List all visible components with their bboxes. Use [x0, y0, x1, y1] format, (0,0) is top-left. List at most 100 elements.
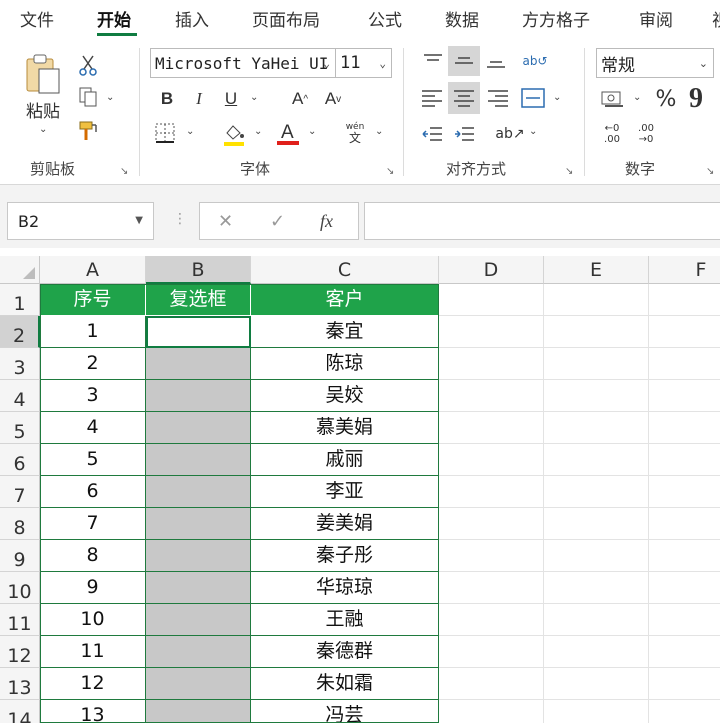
copy-icon[interactable] — [76, 84, 100, 110]
customer-cell[interactable]: 慕美娟 — [251, 412, 439, 444]
index-cell[interactable]: 9 — [40, 572, 146, 604]
checkbox-cell[interactable] — [146, 380, 251, 412]
checkbox-cell[interactable] — [146, 348, 251, 380]
row-header[interactable]: 12 — [0, 636, 40, 668]
empty-cell[interactable] — [649, 444, 720, 476]
tab-home[interactable]: 开始 — [97, 6, 131, 31]
align-center-icon[interactable] — [448, 82, 480, 114]
font-color-dropdown-icon[interactable]: ⌄ — [308, 126, 316, 137]
checkbox-cell[interactable] — [146, 444, 251, 476]
customer-cell[interactable]: 华琼琼 — [251, 572, 439, 604]
empty-cell[interactable] — [649, 284, 720, 316]
empty-cell[interactable] — [544, 412, 649, 444]
italic-icon[interactable]: I — [187, 86, 211, 112]
text-angle-icon[interactable]: ab↗ — [495, 120, 524, 148]
formula-input[interactable] — [364, 202, 720, 240]
customer-cell[interactable]: 陈琼 — [251, 348, 439, 380]
empty-cell[interactable] — [649, 540, 720, 572]
table-header-cell[interactable]: 复选框 — [146, 284, 251, 316]
empty-cell[interactable] — [544, 380, 649, 412]
chevron-down-icon[interactable]: ⌄ — [379, 57, 386, 70]
row-header[interactable]: 5 — [0, 412, 40, 444]
checkbox-cell[interactable] — [146, 604, 251, 636]
index-cell[interactable]: 13 — [40, 700, 146, 723]
table-header-cell[interactable]: 序号 — [40, 284, 146, 316]
checkbox-cell[interactable] — [146, 476, 251, 508]
empty-cell[interactable] — [544, 508, 649, 540]
empty-cell[interactable] — [649, 380, 720, 412]
checkbox-cell[interactable] — [146, 540, 251, 572]
empty-cell[interactable] — [439, 540, 544, 572]
increase-decimal-icon[interactable]: ←0.00 — [598, 120, 626, 148]
active-cell[interactable] — [146, 316, 251, 348]
column-header-c[interactable]: C — [251, 256, 439, 284]
clipboard-launcher-icon[interactable]: ↘ — [120, 166, 128, 177]
tab-data[interactable]: 数据 — [445, 6, 479, 31]
cut-icon[interactable] — [76, 52, 100, 78]
format-painter-icon[interactable] — [76, 118, 100, 144]
copy-dropdown-icon[interactable]: ⌄ — [106, 92, 114, 103]
row-header[interactable]: 14 — [0, 700, 40, 723]
index-cell[interactable]: 2 — [40, 348, 146, 380]
tab-fangfang[interactable]: 方方格子 — [522, 6, 590, 31]
tab-review[interactable]: 审阅 — [639, 6, 673, 31]
index-cell[interactable]: 8 — [40, 540, 146, 572]
increase-font-icon[interactable]: A ^ — [285, 86, 315, 112]
empty-cell[interactable] — [649, 316, 720, 348]
decrease-decimal-icon[interactable]: .00 →0 — [632, 120, 660, 148]
align-top-icon[interactable] — [420, 48, 446, 74]
empty-cell[interactable] — [439, 476, 544, 508]
empty-cell[interactable] — [439, 348, 544, 380]
insert-function-icon[interactable]: fx — [320, 211, 333, 232]
empty-cell[interactable] — [439, 636, 544, 668]
empty-cell[interactable] — [439, 380, 544, 412]
column-header-f[interactable]: F — [649, 256, 720, 284]
empty-cell[interactable] — [544, 540, 649, 572]
index-cell[interactable]: 12 — [40, 668, 146, 700]
empty-cell[interactable] — [544, 284, 649, 316]
column-header-d[interactable]: D — [439, 256, 544, 284]
row-header[interactable]: 2 — [0, 316, 40, 348]
index-cell[interactable]: 3 — [40, 380, 146, 412]
index-cell[interactable]: 11 — [40, 636, 146, 668]
alignment-launcher-icon[interactable]: ↘ — [565, 166, 573, 177]
row-header[interactable]: 11 — [0, 604, 40, 636]
increase-indent-icon[interactable] — [450, 120, 478, 148]
tab-file[interactable]: 文件 — [20, 6, 54, 31]
empty-cell[interactable] — [439, 604, 544, 636]
empty-cell[interactable] — [649, 476, 720, 508]
empty-cell[interactable] — [649, 348, 720, 380]
align-middle-icon[interactable] — [448, 46, 480, 76]
customer-cell[interactable]: 戚丽 — [251, 444, 439, 476]
empty-cell[interactable] — [439, 316, 544, 348]
bold-icon[interactable]: B — [155, 86, 179, 112]
empty-cell[interactable] — [649, 636, 720, 668]
font-name-combo[interactable]: Microsoft YaHei UI ⌄ — [150, 48, 336, 78]
customer-cell[interactable]: 秦德群 — [251, 636, 439, 668]
empty-cell[interactable] — [544, 444, 649, 476]
paste-label[interactable]: 粘贴 — [20, 98, 66, 122]
empty-cell[interactable] — [544, 348, 649, 380]
accounting-dropdown-icon[interactable]: ⌄ — [633, 92, 641, 103]
column-header-b[interactable]: B — [146, 256, 251, 284]
customer-cell[interactable]: 吴姣 — [251, 380, 439, 412]
tab-insert[interactable]: 插入 — [175, 6, 209, 31]
number-launcher-icon[interactable]: ↘ — [706, 166, 714, 177]
empty-cell[interactable] — [649, 412, 720, 444]
checkbox-cell[interactable] — [146, 636, 251, 668]
empty-cell[interactable] — [544, 668, 649, 700]
tab-formulas[interactable]: 公式 — [368, 6, 402, 31]
phonetic-dropdown-icon[interactable]: ⌄ — [375, 126, 383, 137]
align-bottom-icon[interactable] — [482, 48, 510, 74]
empty-cell[interactable] — [544, 572, 649, 604]
percent-icon[interactable]: % — [652, 84, 680, 114]
checkbox-cell[interactable] — [146, 572, 251, 604]
align-right-icon[interactable] — [484, 84, 512, 112]
font-size-combo[interactable]: 11 ⌄ — [335, 48, 392, 78]
name-box[interactable]: B2 ▼ — [7, 202, 154, 240]
empty-cell[interactable] — [439, 444, 544, 476]
customer-cell[interactable]: 王融 — [251, 604, 439, 636]
underline-icon[interactable]: U — [219, 86, 243, 112]
empty-cell[interactable] — [649, 700, 720, 723]
decrease-indent-icon[interactable] — [418, 120, 446, 148]
